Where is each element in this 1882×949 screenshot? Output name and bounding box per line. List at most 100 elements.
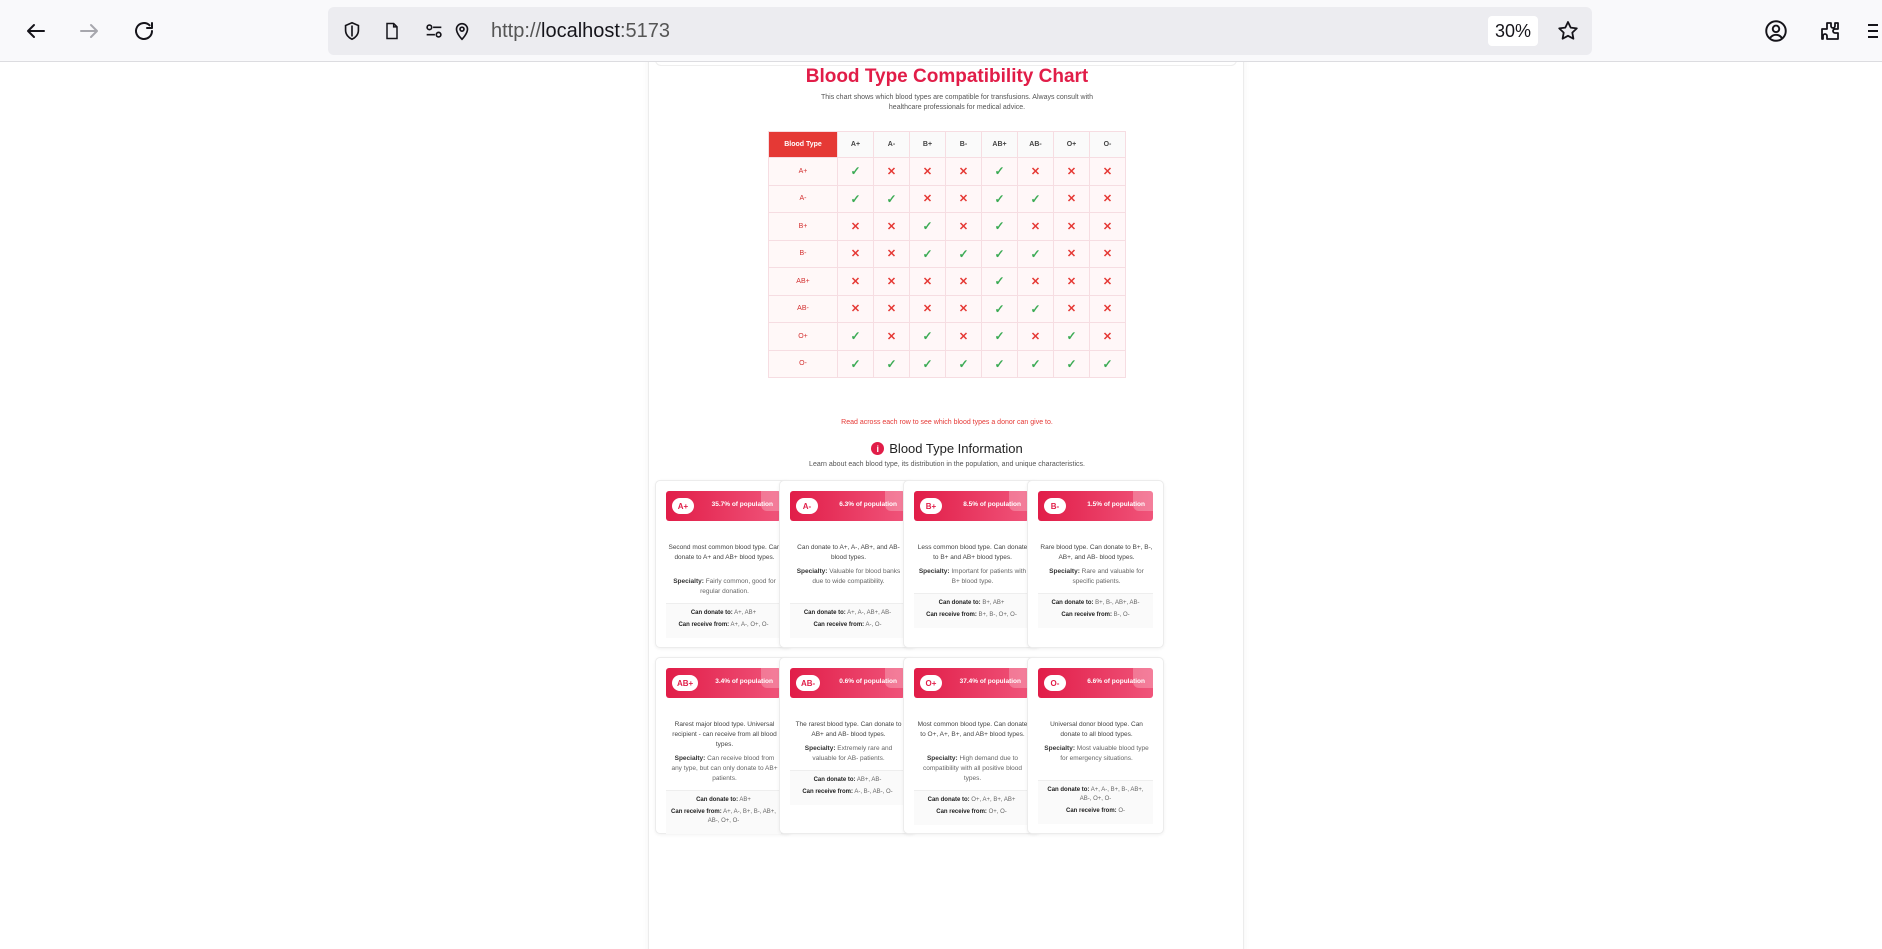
specialty-label: Specialty: [918,568,950,575]
cross-icon: ✕ [958,275,969,288]
page-icon[interactable] [380,19,404,43]
card-specialty: Specialty: Extremely rare and valuable f… [794,744,903,764]
compat-cell: ✓ [981,322,1018,351]
compat-cell: ✕ [1089,239,1126,268]
content-panel: Blood Type Compatibility Chart This char… [648,62,1244,949]
info-subtitle: Learn about each blood type, its distrib… [809,461,1085,468]
can-receive-label: Can receive from: [1065,808,1117,814]
check-icon: ✓ [922,246,933,261]
permissions-icon[interactable] [422,19,446,43]
specialty-label: Specialty: [673,578,704,585]
cross-icon: ✕ [850,275,861,288]
compat-cell: ✕ [909,267,946,296]
compatibility-table: Blood Type A+ A- B+ B- AB+ AB- O+ O- A+ ✓ ✕ ✕ ✕ ✓ ✕ ✕ ✕… [768,131,1126,378]
cross-icon: ✕ [1102,330,1113,343]
row-header: O- [768,349,838,378]
compat-cell: ✓ [981,267,1018,296]
blood-type-card[interactable]: AB+ 3.4% of population Rarest major blood … [655,657,792,834]
cross-icon: ✕ [886,165,897,178]
zoom-level-button[interactable]: 30% [1488,16,1538,46]
can-donate-line: Can donate to: A+, A-, AB+, AB- [794,609,901,618]
can-donate-value: O+, A+, B+, AB+ [969,797,1016,803]
cross-icon: ✕ [922,303,933,316]
can-donate-value: A+, A-, AB+, AB- [845,610,892,616]
check-icon: ✓ [1066,329,1077,344]
can-receive-line: Can receive from: B+, B-, O+, O- [918,611,1025,620]
table-row: B- ✕ ✕ ✓ ✓ ✓ ✓ ✕ ✕ [768,239,1126,268]
card-description: Rare blood type. Can donate to B+, B-, A… [1040,544,1153,561]
card-specialty: Specialty: Most valuable blood type for … [1042,744,1151,764]
cross-icon: ✕ [850,303,861,316]
card-header: AB- 0.6% of population [790,668,905,698]
can-donate-label: Can donate to: [1047,787,1090,793]
blood-type-card[interactable]: B- 1.5% of population Rare blood type. Can… [1027,480,1164,648]
compat-cell: ✓ [945,349,982,378]
blood-type-card[interactable]: O+ 37.4% of population Most common blood t… [903,657,1040,834]
population-text: 3.4% of population [715,678,773,685]
address-bar[interactable]: http://localhost:5173 30% [328,7,1592,55]
compat-cell: ✕ [837,239,874,268]
card-header: O- 6.6% of population [1038,668,1153,698]
check-icon: ✓ [850,191,861,206]
card-header: O+ 37.4% of population [914,668,1029,698]
compat-cell: ✕ [873,267,910,296]
bookmark-star-icon[interactable] [1556,19,1580,43]
check-icon: ✓ [994,301,1005,316]
cross-icon: ✕ [886,330,897,343]
forward-arrow-icon [80,24,98,38]
blood-type-card[interactable]: B+ 8.5% of population Less common blood ty… [903,480,1040,648]
cross-icon: ✕ [1066,193,1077,206]
cross-icon: ✕ [1030,220,1041,233]
account-icon[interactable] [1760,15,1792,47]
can-donate-value: AB+ [738,797,751,803]
reload-button[interactable] [126,13,162,49]
population-text: 1.5% of population [1087,501,1145,508]
compat-cell: ✓ [873,349,910,378]
blood-type-card[interactable]: O- 6.6% of population Universal donor bloo… [1027,657,1164,834]
compat-cell: ✓ [1017,294,1054,323]
compat-cell: ✓ [981,239,1018,268]
compat-cell: ✓ [1089,349,1126,378]
can-receive-label: Can receive from: [813,622,865,628]
card-description: Can donate to A+, A-, AB+, and AB- blood… [797,544,900,561]
table-row: B+ ✕ ✕ ✓ ✕ ✓ ✕ ✕ ✕ [768,212,1126,241]
can-donate-value: A+, AB+ [732,610,757,616]
check-icon: ✓ [1066,356,1077,371]
check-icon: ✓ [922,219,933,234]
cross-icon: ✕ [958,165,969,178]
chart-description: This chart shows which blood types are c… [821,94,1093,111]
location-icon[interactable] [450,19,474,43]
cross-icon: ✕ [958,330,969,343]
card-description: Universal donor blood type. Can donate t… [1050,721,1143,738]
cross-icon: ✕ [1066,165,1077,178]
compat-cell: ✕ [1089,294,1126,323]
can-donate-line: Can donate to: O+, A+, B+, AB+ [918,796,1025,805]
menu-icon[interactable] [1862,15,1882,47]
population-text: 6.6% of population [1087,678,1145,685]
cross-icon: ✕ [1102,193,1113,206]
blood-type-card[interactable]: AB- 0.6% of population The rarest blood ty… [779,657,916,834]
blood-type-card[interactable]: A- 6.3% of population Can donate to A+, A-… [779,480,916,648]
url-port: :5173 [619,20,671,42]
card-compat-footer: Can donate to: A+, AB+ Can receive from: … [666,603,781,638]
compat-cell: ✕ [1053,212,1090,241]
card-specialty: Specialty: Fairly common, good for regul… [670,577,779,597]
compat-cell: ✕ [1089,212,1126,241]
can-donate-label: Can donate to: [803,610,846,616]
check-icon: ✓ [850,164,861,179]
blood-type-card[interactable]: A+ 35.7% of population Second most common … [655,480,792,648]
compat-cell: ✕ [837,212,874,241]
shield-icon[interactable] [340,19,364,43]
cross-icon: ✕ [886,275,897,288]
extensions-icon[interactable] [1814,15,1846,47]
can-donate-label: Can donate to: [813,777,856,783]
can-receive-label: Can receive from: [936,809,987,815]
blood-type-badge: AB+ [672,675,699,691]
cross-icon: ✕ [886,248,897,261]
url-text[interactable]: http://localhost:5173 [491,19,670,43]
check-icon: ✓ [994,219,1005,234]
back-button[interactable] [18,13,54,49]
forward-button[interactable] [71,13,107,49]
can-donate-value: AB+, AB- [855,777,882,783]
row-header: AB- [768,294,838,323]
